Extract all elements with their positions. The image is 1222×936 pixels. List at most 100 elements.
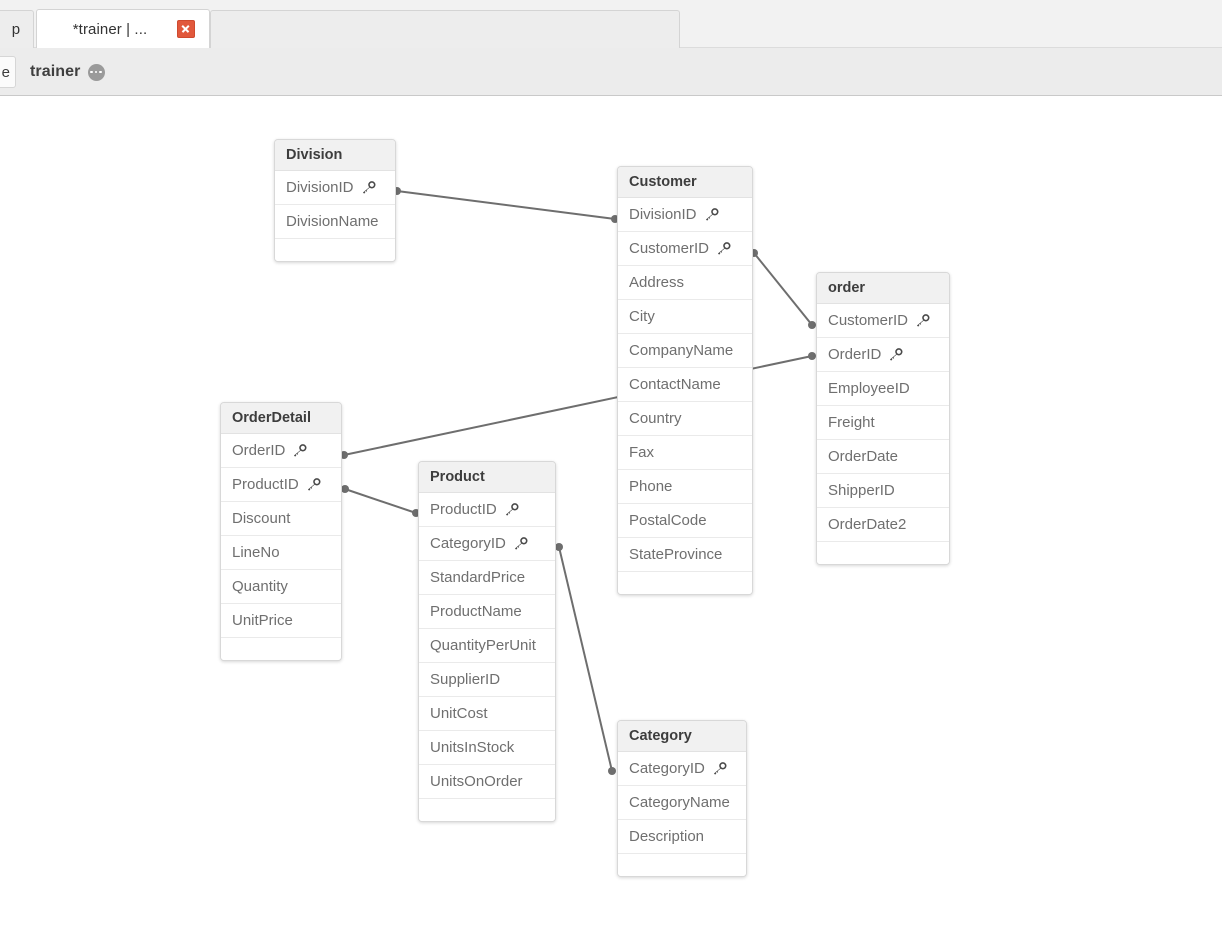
- data-model-canvas[interactable]: Division DivisionID DivisionName Customer Di…: [0, 97, 1222, 936]
- entity-field-label: StandardPrice: [430, 569, 526, 586]
- entity-field[interactable]: ProductName: [419, 595, 555, 629]
- entity-field[interactable]: Description: [618, 820, 746, 854]
- entity-field[interactable]: StandardPrice: [419, 561, 555, 595]
- entity-footer: [817, 542, 949, 564]
- entity-field-label: UnitPrice: [232, 612, 293, 629]
- entity-field-label: Discount: [232, 510, 291, 527]
- entity-field[interactable]: ProductID: [221, 468, 341, 502]
- entity-field[interactable]: CustomerID: [618, 232, 752, 266]
- entity-field[interactable]: OrderDate2: [817, 508, 949, 542]
- entity-field-label: OrderDate: [828, 448, 899, 465]
- entity-footer: [618, 572, 752, 594]
- entity-field[interactable]: CategoryID: [419, 527, 555, 561]
- relationship-link[interactable]: [555, 543, 616, 775]
- entity-field[interactable]: DivisionName: [275, 205, 395, 239]
- entity-field[interactable]: SupplierID: [419, 663, 555, 697]
- back-button-label: e: [1, 63, 10, 81]
- entity-field-label: CompanyName: [629, 342, 734, 359]
- entity-field[interactable]: LineNo: [221, 536, 341, 570]
- entity-field[interactable]: OrderDate: [817, 440, 949, 474]
- relationship-link[interactable]: [341, 485, 420, 517]
- entity-field-label: PostalCode: [629, 512, 707, 529]
- page-title: trainer: [30, 63, 81, 80]
- entity-field-label: ProductID: [232, 476, 299, 493]
- entity-field[interactable]: Phone: [618, 470, 752, 504]
- close-icon[interactable]: [177, 20, 195, 38]
- link-endpoint: [808, 352, 816, 360]
- breadcrumb: trainer: [30, 60, 105, 84]
- key-icon: [712, 762, 727, 775]
- relationship-links: [340, 187, 816, 775]
- entity-title: order: [817, 273, 949, 304]
- entity-field-label: SupplierID: [430, 671, 501, 688]
- entity-field[interactable]: Country: [618, 402, 752, 436]
- entity-field[interactable]: UnitCost: [419, 697, 555, 731]
- tab-empty-right[interactable]: [210, 10, 680, 48]
- entity-field-label: Description: [629, 828, 705, 845]
- relationship-link[interactable]: [393, 187, 619, 223]
- entity-field[interactable]: CategoryID: [618, 752, 746, 786]
- entity-table-division[interactable]: Division DivisionID DivisionName: [274, 139, 396, 262]
- entity-field-label: ShipperID: [828, 482, 895, 499]
- entity-field[interactable]: CustomerID: [817, 304, 949, 338]
- entity-field-label: Fax: [629, 444, 655, 461]
- key-icon: [888, 348, 903, 361]
- entity-field[interactable]: Address: [618, 266, 752, 300]
- entity-field[interactable]: City: [618, 300, 752, 334]
- entity-field[interactable]: CategoryName: [618, 786, 746, 820]
- entity-field-label: OrderDate2: [828, 516, 907, 533]
- key-icon: [361, 181, 376, 194]
- entity-table-order[interactable]: order CustomerID OrderID EmployeeID Freight O…: [816, 272, 950, 565]
- entity-field[interactable]: QuantityPerUnit: [419, 629, 555, 663]
- entity-field-label: OrderID: [828, 346, 882, 363]
- entity-table-category[interactable]: Category CategoryID CategoryName Descriptio…: [617, 720, 747, 877]
- entity-title: Product: [419, 462, 555, 493]
- entity-field-label: CategoryID: [430, 535, 506, 552]
- tab-label: p: [11, 21, 21, 38]
- entity-footer: [419, 799, 555, 821]
- entity-field-label: Address: [629, 274, 685, 291]
- entity-field-label: DivisionID: [629, 206, 697, 223]
- entity-field[interactable]: Freight: [817, 406, 949, 440]
- entity-field-label: Freight: [828, 414, 875, 431]
- entity-field[interactable]: ProductID: [419, 493, 555, 527]
- tab-trainer[interactable]: *trainer | ...: [36, 9, 210, 48]
- entity-field[interactable]: StateProvince: [618, 538, 752, 572]
- relationship-link[interactable]: [750, 249, 816, 329]
- back-button[interactable]: e: [0, 56, 16, 88]
- key-icon: [716, 242, 731, 255]
- entity-field[interactable]: OrderID: [817, 338, 949, 372]
- entity-field[interactable]: UnitsOnOrder: [419, 765, 555, 799]
- key-icon: [513, 537, 528, 550]
- entity-field-label: CustomerID: [629, 240, 710, 257]
- entity-field[interactable]: UnitPrice: [221, 604, 341, 638]
- entity-table-customer[interactable]: Customer DivisionID CustomerID Address City C…: [617, 166, 753, 595]
- entity-field[interactable]: EmployeeID: [817, 372, 949, 406]
- entity-field[interactable]: Fax: [618, 436, 752, 470]
- link-endpoint: [555, 543, 563, 551]
- entity-table-product[interactable]: Product ProductID CategoryID StandardPrice P…: [418, 461, 556, 822]
- entity-field[interactable]: DivisionID: [618, 198, 752, 232]
- entity-field[interactable]: CompanyName: [618, 334, 752, 368]
- entity-field[interactable]: Discount: [221, 502, 341, 536]
- tab-inactive-left[interactable]: p: [0, 10, 34, 48]
- entity-field[interactable]: ShipperID: [817, 474, 949, 508]
- entity-field-label: EmployeeID: [828, 380, 910, 397]
- entity-field[interactable]: PostalCode: [618, 504, 752, 538]
- entity-field-label: UnitsOnOrder: [430, 773, 523, 790]
- entity-field[interactable]: OrderID: [221, 434, 341, 468]
- entity-field[interactable]: DivisionID: [275, 171, 395, 205]
- entity-title: OrderDetail: [221, 403, 341, 434]
- entity-field-label: CategoryID: [629, 760, 705, 777]
- entity-field-label: DivisionName: [286, 213, 379, 230]
- entity-table-orderdetail[interactable]: OrderDetail OrderID ProductID Discount LineN…: [220, 402, 342, 661]
- entity-field[interactable]: UnitsInStock: [419, 731, 555, 765]
- entity-footer: [275, 239, 395, 261]
- tab-label: *trainer | ...: [72, 20, 148, 38]
- more-ellipsis-icon[interactable]: [87, 63, 105, 81]
- toolbar: e trainer: [0, 48, 1222, 96]
- key-icon: [292, 444, 307, 457]
- entity-field[interactable]: Quantity: [221, 570, 341, 604]
- entity-field-label: CustomerID: [828, 312, 909, 329]
- entity-field[interactable]: ContactName: [618, 368, 752, 402]
